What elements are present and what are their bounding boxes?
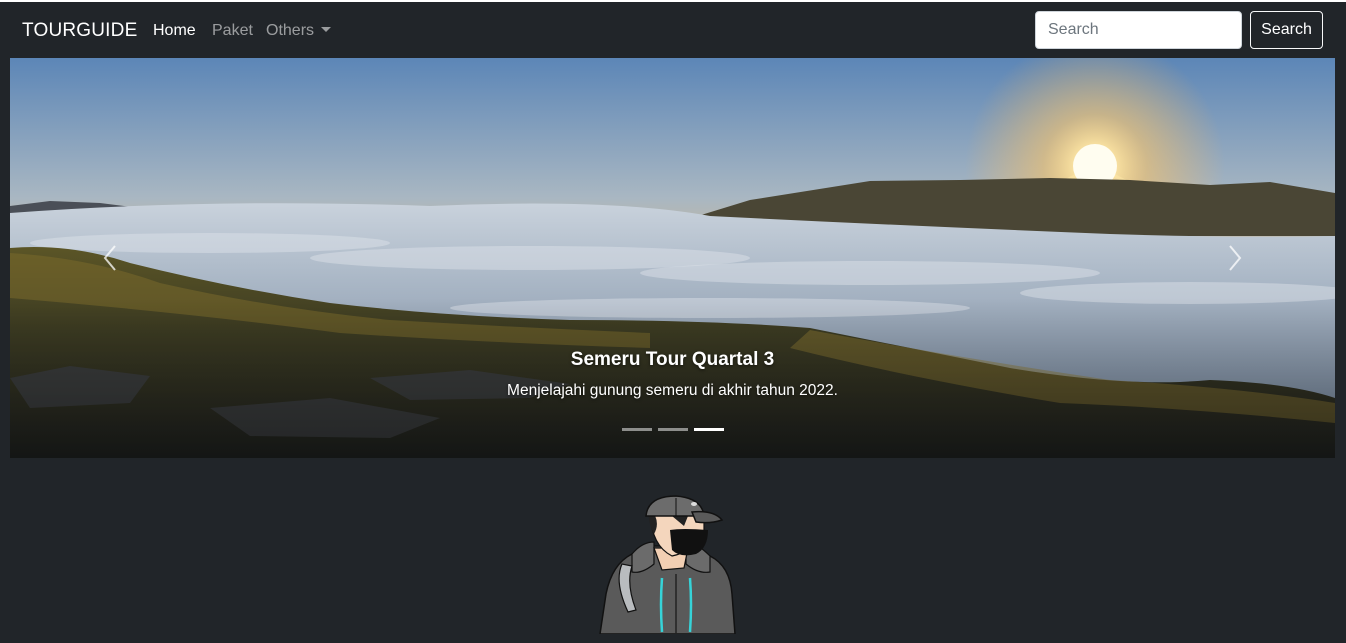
carousel-caption-text: Menjelajahi gunung semeru di akhir tahun… bbox=[507, 382, 838, 399]
search-input[interactable] bbox=[1035, 11, 1242, 49]
chevron-right-icon bbox=[1229, 245, 1242, 271]
nav-dropdown-label: Others bbox=[266, 22, 315, 39]
brand-logo[interactable]: TOURGUIDE bbox=[22, 20, 137, 42]
carousel-indicator-1[interactable] bbox=[622, 428, 652, 431]
carousel-indicators bbox=[622, 428, 724, 431]
search-button[interactable]: Search bbox=[1250, 11, 1323, 49]
masked-traveler-avatar bbox=[599, 495, 736, 634]
hero-carousel: Semeru Tour Quartal 3 Menjelajahi gunung… bbox=[10, 58, 1335, 458]
page: TOURGUIDE Home Paket Others Search Searc… bbox=[0, 0, 1346, 643]
carousel-prev-button[interactable] bbox=[90, 238, 130, 278]
nav-link-home[interactable]: Home bbox=[153, 21, 196, 41]
carousel-next-button[interactable] bbox=[1215, 238, 1255, 278]
nav-link-paket[interactable]: Paket bbox=[212, 21, 253, 41]
caret-down-icon bbox=[321, 27, 332, 32]
carousel-indicator-2[interactable] bbox=[658, 428, 688, 431]
nav-dropdown-others[interactable]: Others bbox=[266, 21, 332, 41]
carousel-indicator-3[interactable] bbox=[694, 428, 724, 431]
carousel-caption-title: Semeru Tour Quartal 3 bbox=[570, 349, 775, 370]
navbar: TOURGUIDE Home Paket Others Search bbox=[0, 2, 1346, 58]
chevron-left-icon bbox=[103, 245, 116, 271]
